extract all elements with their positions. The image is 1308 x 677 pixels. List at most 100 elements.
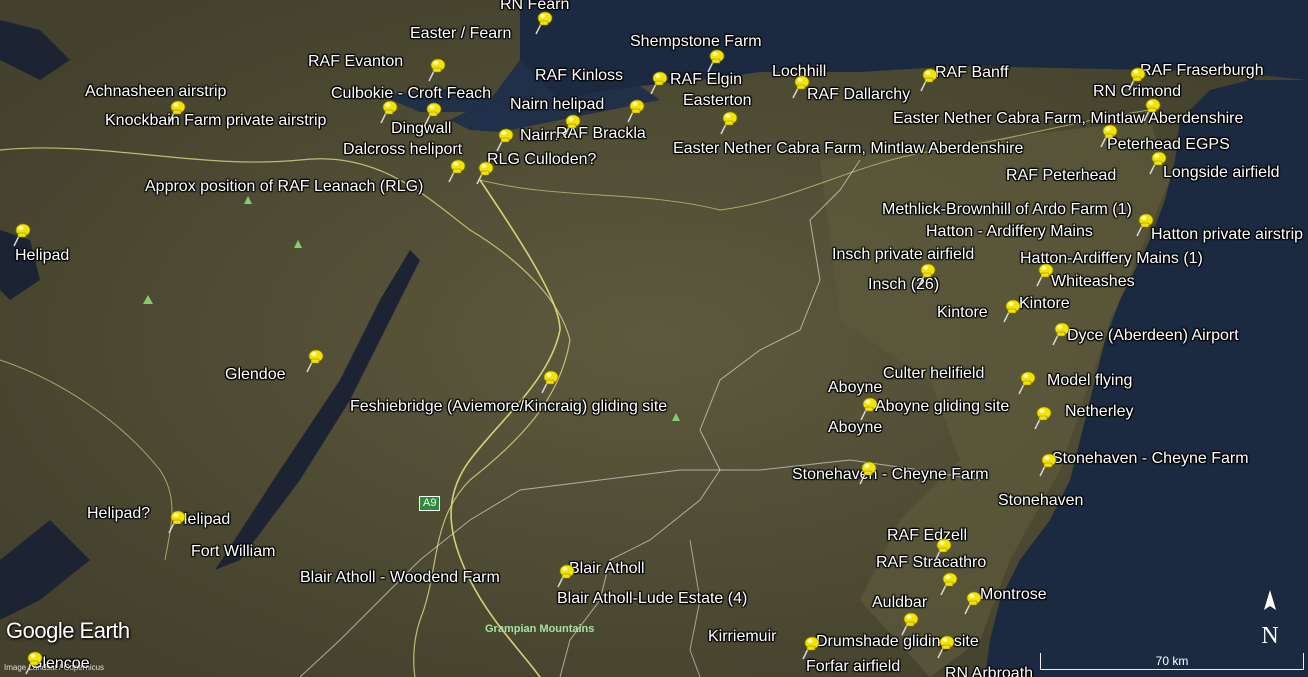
map-label[interactable]: Methlick-Brownhill of Ardo Farm (1)	[882, 201, 1132, 219]
pushpin-icon[interactable]	[916, 67, 938, 93]
pushpin-icon[interactable]	[537, 369, 559, 395]
map-label[interactable]: Kintore	[937, 304, 988, 322]
pushpin-icon[interactable]	[1139, 97, 1161, 123]
map-label[interactable]: Dyce (Aberdeen) Airport	[1067, 327, 1239, 345]
pushpin-icon[interactable]	[1145, 150, 1167, 176]
map-label[interactable]: Model flying	[1047, 372, 1132, 390]
map-label[interactable]: Blair Atholl	[569, 560, 645, 578]
region-label: Grampian Mountains	[485, 623, 595, 635]
pushpin-icon[interactable]	[623, 98, 645, 124]
map-label[interactable]: RN Arbroath	[945, 665, 1033, 677]
road-badge-a9: A9	[419, 496, 441, 511]
north-label: N	[1261, 623, 1278, 648]
map-label[interactable]: Kirriemuir	[708, 628, 776, 646]
pushpin-icon[interactable]	[472, 160, 494, 186]
map-label[interactable]: Easter Nether Cabra Farm, Mintlaw Aberde…	[893, 110, 1243, 128]
pushpin-icon[interactable]	[1035, 452, 1057, 478]
map-label[interactable]: Forfar airfield	[806, 658, 900, 676]
map-label[interactable]: RAF Evanton	[308, 53, 403, 71]
pushpin-icon[interactable]	[1014, 370, 1036, 396]
pushpin-icon[interactable]	[444, 158, 466, 184]
pushpin-icon[interactable]	[164, 99, 186, 125]
pushpin-icon[interactable]	[936, 571, 958, 597]
satellite-map[interactable]: A9 Grampian Mountains RN Fearn Easter / …	[0, 0, 1308, 677]
map-label[interactable]: Feshiebridge (Aviemore/Kincraig) gliding…	[350, 398, 667, 416]
pushpin-icon[interactable]	[703, 48, 725, 74]
pushpin-icon[interactable]	[1132, 212, 1154, 238]
map-label[interactable]: Helipad	[15, 247, 69, 265]
map-label[interactable]: Peterhead EGPS	[1107, 136, 1230, 154]
pushpin-icon[interactable]	[960, 590, 982, 616]
pushpin-icon[interactable]	[424, 57, 446, 83]
map-label[interactable]: Aboyne gliding site	[875, 398, 1009, 416]
pushpin-icon[interactable]	[798, 635, 820, 661]
map-label[interactable]: Approx position of RAF Leanach (RLG)	[145, 178, 423, 196]
map-label[interactable]: RAF Edzell	[887, 527, 967, 545]
map-label[interactable]: Stonehaven - Cheyne Farm	[792, 466, 989, 484]
pushpin-icon[interactable]	[856, 396, 878, 422]
pushpin-icon[interactable]	[933, 634, 955, 660]
map-label[interactable]: Netherley	[1065, 403, 1133, 421]
pushpin-icon[interactable]	[492, 127, 514, 153]
map-label[interactable]: Easter Nether Cabra Farm, Mintlaw Aberde…	[673, 140, 1023, 158]
pushpin-icon[interactable]	[376, 99, 398, 125]
map-label[interactable]: Easterton	[683, 92, 751, 110]
scale-label: 70 km	[1155, 654, 1189, 668]
map-label[interactable]: Helipad?	[87, 505, 150, 523]
pushpin-icon[interactable]	[914, 262, 936, 288]
pushpin-icon[interactable]	[1030, 405, 1052, 431]
pushpin-icon[interactable]	[855, 460, 877, 486]
pushpin-icon[interactable]	[646, 70, 668, 96]
map-label[interactable]: Longside airfield	[1163, 164, 1280, 182]
pushpin-icon[interactable]	[164, 509, 186, 535]
map-label[interactable]: Stonehaven	[998, 492, 1083, 510]
map-label[interactable]: RLG Culloden?	[487, 151, 596, 169]
map-label[interactable]: Nairn helipad	[510, 96, 604, 114]
map-label[interactable]: Stonehaven - Cheyne Farm	[1052, 450, 1249, 468]
pushpin-icon[interactable]	[1096, 123, 1118, 149]
map-label[interactable]: Easter / Fearn	[410, 25, 511, 43]
map-label[interactable]: Nairn	[520, 127, 558, 145]
map-label[interactable]: Hatton - Ardiffery Mains	[926, 223, 1093, 241]
map-label[interactable]: Hatton private airstrip	[1151, 226, 1303, 244]
map-label[interactable]: RAF Fraserburgh	[1140, 62, 1264, 80]
map-label[interactable]: RAF Dallarchy	[807, 86, 910, 104]
pushpin-icon[interactable]	[897, 611, 919, 637]
map-label[interactable]: Glendoe	[225, 366, 286, 384]
map-label[interactable]: Culbokie - Croft Feach	[331, 85, 491, 103]
map-label[interactable]: Insch private airfield	[832, 246, 974, 264]
pushpin-icon[interactable]	[1124, 66, 1146, 92]
map-label[interactable]: RAF Banff	[935, 64, 1009, 82]
map-label[interactable]: Shempstone Farm	[630, 33, 762, 51]
pushpin-icon[interactable]	[420, 101, 442, 127]
pushpin-icon[interactable]	[999, 298, 1021, 324]
map-label[interactable]: Kintore	[1019, 295, 1070, 313]
map-label[interactable]: Knockbain Farm private airstrip	[105, 112, 326, 130]
map-label[interactable]: Whiteashes	[1051, 273, 1135, 291]
map-label[interactable]: RAF Kinloss	[535, 67, 623, 85]
north-arrow-icon[interactable]: N	[1255, 588, 1285, 649]
map-label[interactable]: Blair Atholl-Lude Estate (4)	[557, 590, 747, 608]
map-label[interactable]: Fort William	[191, 543, 275, 561]
google-earth-logo: Google Earth	[6, 618, 130, 643]
map-label[interactable]: Dalcross heliport	[343, 141, 462, 159]
pushpin-icon[interactable]	[531, 10, 553, 36]
scale-bar: 70 km	[1040, 653, 1304, 670]
pushpin-icon[interactable]	[1032, 262, 1054, 288]
pushpin-icon[interactable]	[559, 113, 581, 139]
map-label[interactable]: RAF Peterhead	[1006, 167, 1116, 185]
pushpin-icon[interactable]	[9, 222, 31, 248]
map-label[interactable]: Aboyne	[828, 379, 882, 397]
imagery-copyright: Image Landsat / Copernicus	[4, 663, 105, 672]
map-label[interactable]: Blair Atholl - Woodend Farm	[300, 569, 500, 587]
pushpin-icon[interactable]	[302, 348, 324, 374]
map-label[interactable]: Culter helifield	[883, 365, 984, 383]
pushpin-icon[interactable]	[930, 537, 952, 563]
pushpin-icon[interactable]	[788, 74, 810, 100]
pushpin-icon[interactable]	[553, 563, 575, 589]
map-label[interactable]: Montrose	[980, 586, 1047, 604]
pushpin-icon[interactable]	[1048, 321, 1070, 347]
map-label[interactable]: Auldbar	[872, 594, 927, 612]
map-label[interactable]: Achnasheen airstrip	[85, 83, 226, 101]
pushpin-icon[interactable]	[716, 110, 738, 136]
